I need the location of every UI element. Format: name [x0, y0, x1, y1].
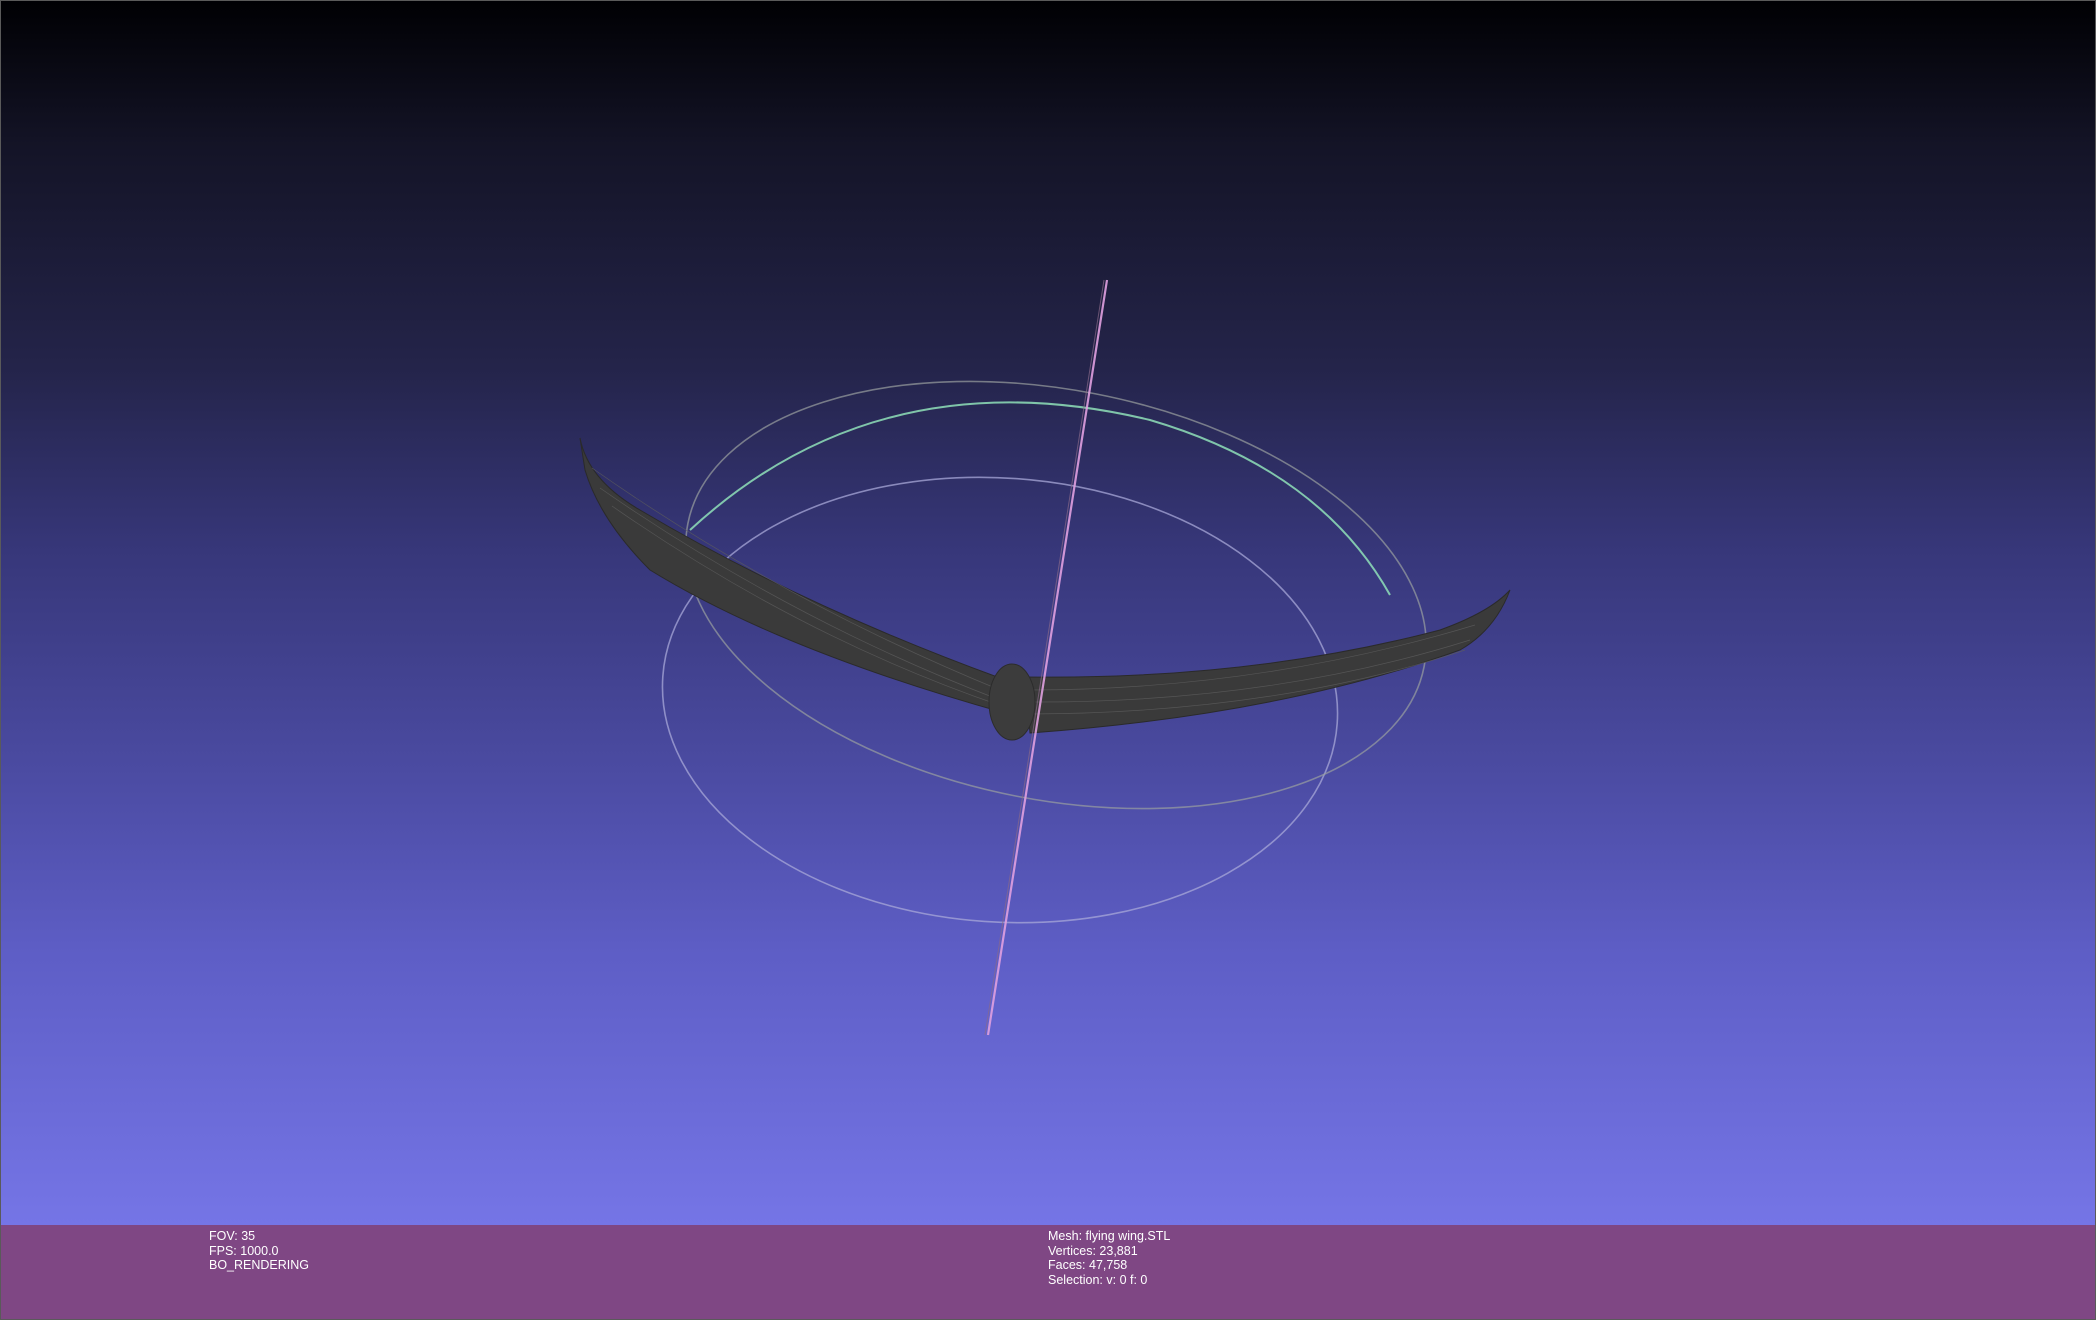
- fov-value: 35: [241, 1229, 256, 1243]
- selection-label: Selection:: [1048, 1272, 1103, 1287]
- mesh-name-readout: Mesh: flying wing.STL: [1048, 1229, 1170, 1244]
- fps-readout: FPS: 1000.0: [209, 1244, 309, 1259]
- mesh-name-label: Mesh:: [1048, 1229, 1083, 1243]
- fov-label: FOV:: [209, 1229, 238, 1243]
- vertices-value: 23,881: [1099, 1243, 1138, 1258]
- mesh-right-wing[interactable]: [1024, 589, 1511, 734]
- fps-value: 1000.0: [240, 1243, 279, 1258]
- fps-label: FPS:: [209, 1243, 237, 1258]
- faces-label: Faces:: [1048, 1258, 1086, 1273]
- status-bar: FOV: 35 FPS: 1000.0 BO_RENDERING Mesh: f…: [0, 1225, 2096, 1320]
- scene-canvas[interactable]: [0, 0, 2096, 1225]
- faces-value: 47,758: [1089, 1258, 1128, 1273]
- selection-value: v: 0 f: 0: [1106, 1272, 1148, 1287]
- trackball-arc-highlight: [689, 401, 1391, 596]
- view-info-panel: FOV: 35 FPS: 1000.0 BO_RENDERING: [209, 1229, 309, 1273]
- mesh-info-panel: Mesh: flying wing.STL Vertices: 23,881 F…: [1048, 1229, 1170, 1287]
- 3d-viewport[interactable]: [0, 0, 2096, 1225]
- faces-readout: Faces: 47,758: [1048, 1258, 1170, 1273]
- vertices-readout: Vertices: 23,881: [1048, 1244, 1170, 1259]
- selection-readout: Selection: v: 0 f: 0: [1048, 1273, 1170, 1288]
- render-mode: BO_RENDERING: [209, 1258, 310, 1273]
- vertices-label: Vertices:: [1048, 1243, 1096, 1258]
- mesh-name: flying wing.STL: [1085, 1229, 1171, 1243]
- mesh-fuselage[interactable]: [988, 663, 1036, 741]
- fov-readout: FOV: 35: [209, 1229, 309, 1244]
